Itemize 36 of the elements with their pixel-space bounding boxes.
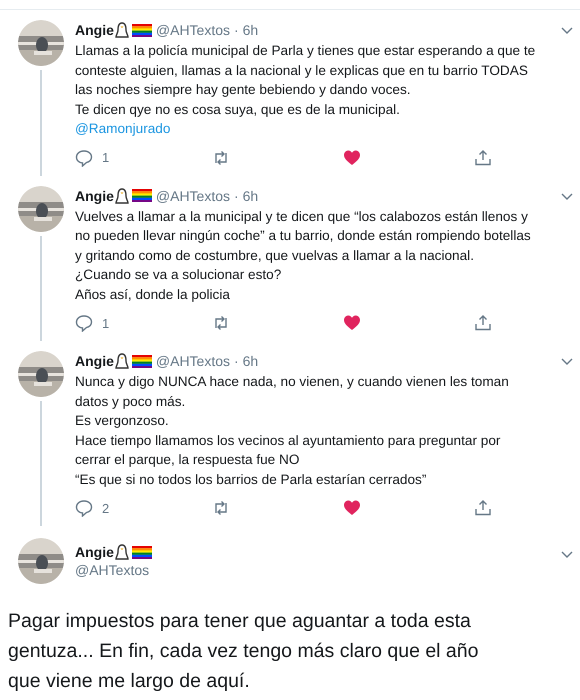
author-handle[interactable]: @AHTextos (156, 353, 230, 369)
tweet-text: Vuelves a llamar a la municipal y te dicen que “los calabozos están llenos y no pueden llevar ningún coche” a tu barrio, donde están rompiendo botellas y gritando como de costumbre, que vuelvas a llamar a la nacional. ¿Cuando se va a solucionar esto? Años así, donde la policia (75, 208, 532, 304)
reply-count: 1 (102, 150, 110, 165)
flag-icon (132, 546, 152, 558)
flag-icon (132, 24, 152, 36)
penguin-icon (114, 353, 129, 369)
penguin-icon (114, 188, 129, 204)
heart-icon[interactable] (343, 499, 361, 517)
share-icon[interactable] (474, 314, 492, 332)
reply-icon[interactable] (75, 148, 93, 166)
author-name[interactable]: Angie (75, 188, 114, 204)
author-handle[interactable]: @AHTextos (156, 188, 230, 204)
author-handle[interactable]: @AHTextos (156, 22, 230, 38)
share-icon[interactable] (474, 148, 492, 166)
heart-icon[interactable] (343, 148, 361, 166)
author-name[interactable]: Angie (75, 353, 114, 369)
tweet-time[interactable]: · 6h (234, 22, 258, 38)
author-name[interactable]: Angie (75, 22, 114, 38)
tweet-text: Llamas a la policía municipal de Parla y tienes que estar esperando a que te conteste alguien, llamas a la nacional y le explicas que en tu barrio TODAS las noches siempre hay gente bebiendo y dando voces. Te dicen qye no es cosa suya, que es de la municipal. (75, 42, 536, 119)
reply-count: 1 (102, 316, 110, 330)
tweet-time[interactable]: · 6h (234, 353, 258, 369)
heart-icon[interactable] (343, 314, 361, 332)
reply-icon[interactable] (75, 314, 93, 332)
tweet-text: Pagar impuestos para tener que aguantar a toda esta gentuza... En fin, cada vez tengo más claro que el año que viene me largo de aquí. (8, 609, 480, 694)
share-icon[interactable] (474, 499, 492, 517)
reply-icon[interactable] (75, 499, 93, 517)
flag-icon (132, 189, 152, 202)
penguin-icon (114, 544, 129, 560)
reply-count: 2 (102, 500, 110, 516)
penguin-icon (114, 22, 129, 38)
author-handle[interactable]: @AHTextos (75, 562, 156, 578)
mention-link[interactable]: @Ramonjurado (75, 119, 170, 138)
author-name[interactable]: Angie (75, 544, 114, 560)
flag-icon (132, 354, 152, 368)
tweet-text: Nunca y digo NUNCA hace nada, no vienen, y cuando vienen les toman datos y poco más. Es vergonzoso. Hace tiempo llamamos los vecinos al ayuntamiento para preguntar por cerrar el parque, la respuesta fue NO “Es que si no todos los barrios de Parla estarían cerrados” (75, 373, 510, 489)
tweet-time[interactable]: · 6h (234, 188, 258, 204)
